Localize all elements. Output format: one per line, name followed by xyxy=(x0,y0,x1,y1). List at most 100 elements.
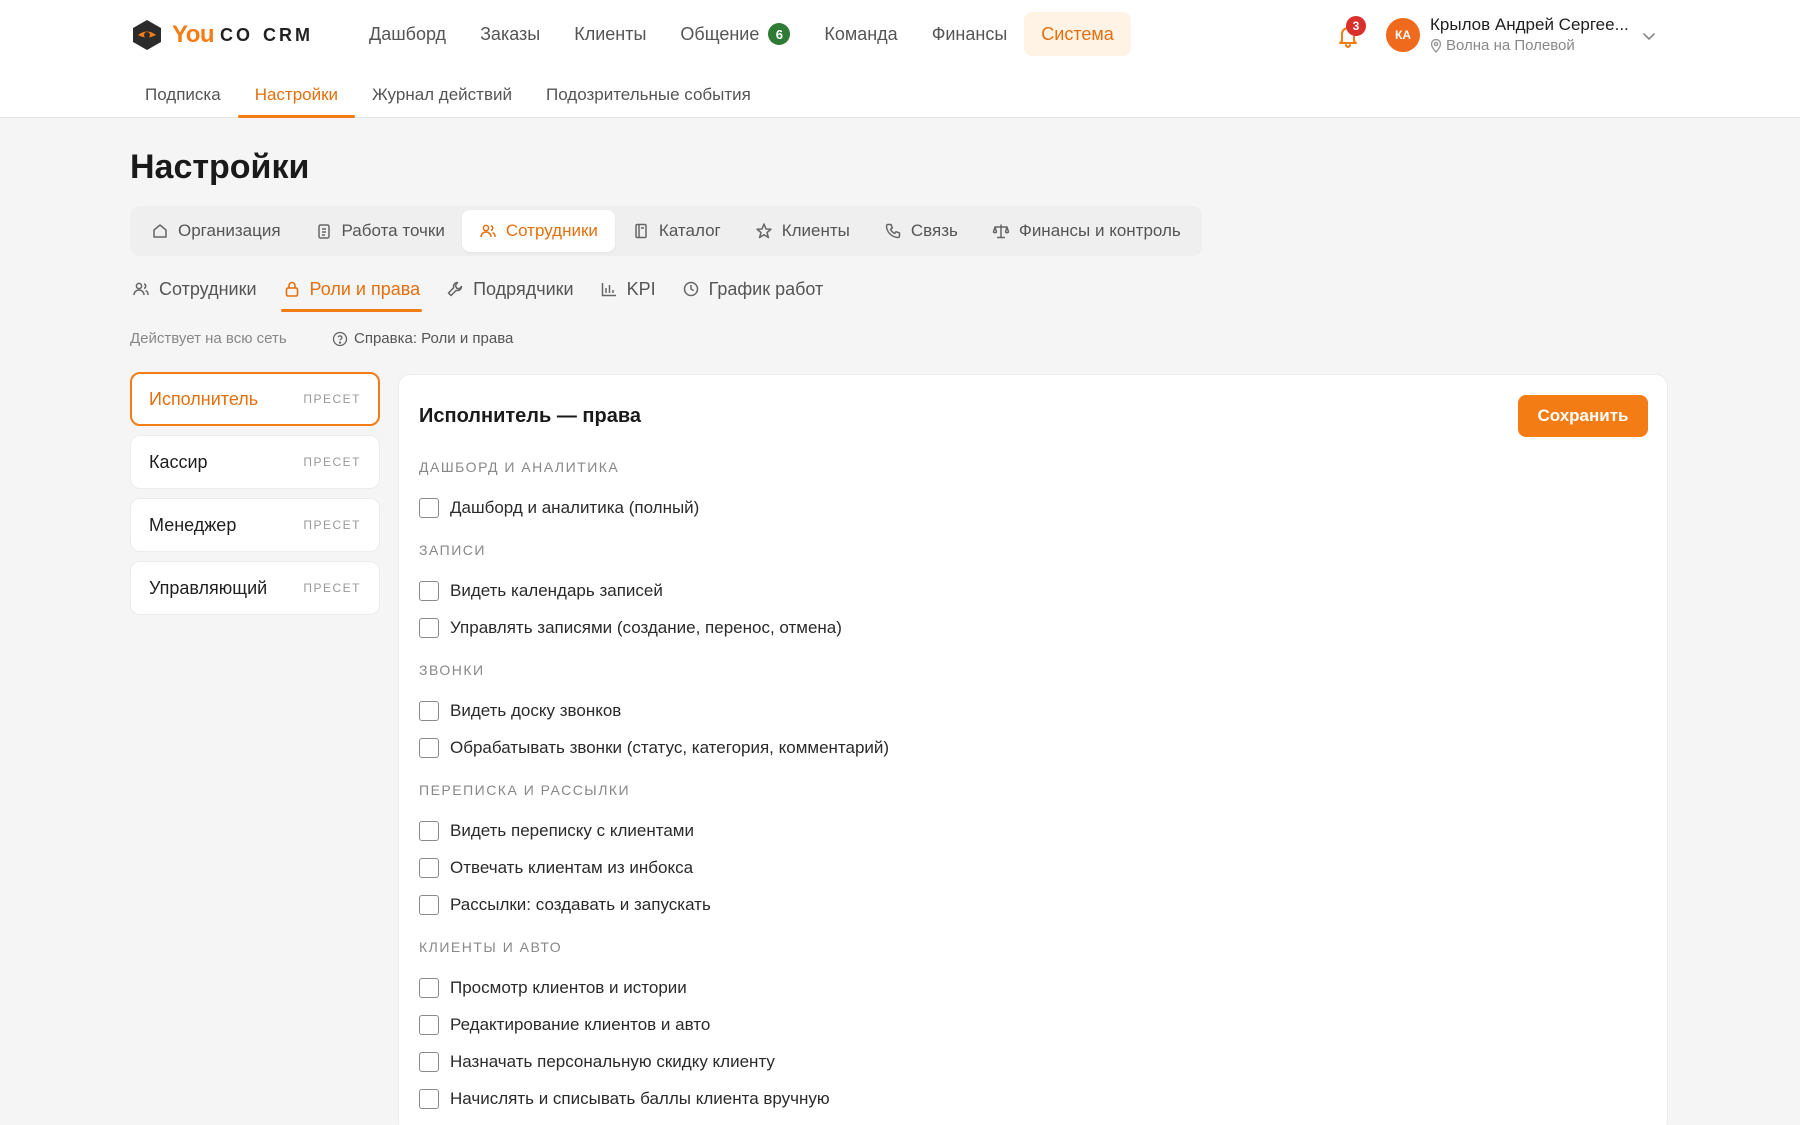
user-location: Волна на Полевой xyxy=(1430,37,1575,54)
tab-clients[interactable]: Клиенты xyxy=(738,210,867,252)
checkbox[interactable] xyxy=(419,497,439,518)
permission-item[interactable]: Просмотр клиентов и истории xyxy=(419,969,1619,1006)
nav-label: Клиенты xyxy=(574,23,647,44)
checkbox[interactable] xyxy=(419,894,439,915)
permission-label: Просмотр клиентов и истории xyxy=(450,977,687,997)
checkbox[interactable] xyxy=(419,737,439,758)
checkbox[interactable] xyxy=(419,1014,439,1035)
clock-icon xyxy=(683,281,698,297)
permission-label: Редактирование клиентов и авто xyxy=(450,1014,711,1034)
nav-label: Команда xyxy=(824,23,898,44)
permission-item[interactable]: Редактирование клиентов и авто xyxy=(419,1006,1619,1043)
role-preset-tag: ПРЕСЕТ xyxy=(303,518,361,532)
subtab-label: Роли и права xyxy=(309,278,421,299)
page-title: Настройки xyxy=(130,148,310,186)
clipboard-icon xyxy=(317,224,330,239)
subtab-employees[interactable]: Сотрудники xyxy=(130,266,259,312)
app-logo[interactable]: You CO CRM xyxy=(130,16,313,54)
tab-label: Финансы и контроль xyxy=(1018,221,1181,240)
role-item-manager[interactable]: Менеджер ПРЕСЕТ xyxy=(130,498,380,552)
system-sub-nav: Подписка Настройки Журнал действий Подоз… xyxy=(128,72,768,118)
permission-label: Назначать персональную скидку клиенту xyxy=(450,1051,775,1071)
nav-label: Финансы xyxy=(931,23,1008,44)
subnav-label: Журнал действий xyxy=(372,85,512,104)
section-title: КЛИЕНТЫ И АВТО xyxy=(419,939,563,955)
tab-label: Каталог xyxy=(658,221,721,240)
tab-finance-control[interactable]: Финансы и контроль xyxy=(975,210,1198,252)
tab-catalog[interactable]: Каталог xyxy=(615,210,738,252)
subtab-kpi[interactable]: KPI xyxy=(598,266,658,312)
checkbox[interactable] xyxy=(419,700,439,721)
permission-item[interactable]: Видеть календарь записей xyxy=(419,572,1619,609)
checkbox[interactable] xyxy=(419,580,439,601)
lock-icon xyxy=(285,281,298,297)
nav-system[interactable]: Система xyxy=(1024,12,1131,56)
nav-dashboard[interactable]: Дашборд xyxy=(352,12,463,56)
subnav-settings[interactable]: Настройки xyxy=(237,72,356,118)
tab-communication[interactable]: Связь xyxy=(867,210,975,252)
permission-label: Видеть календарь записей xyxy=(450,580,663,600)
notification-count-badge: 3 xyxy=(1346,16,1366,36)
permission-item[interactable]: Видеть доску звонков xyxy=(419,692,1619,729)
nav-label: Заказы xyxy=(480,23,541,44)
nav-communication[interactable]: Общение 6 xyxy=(663,12,807,56)
role-item-executor[interactable]: Исполнитель ПРЕСЕТ xyxy=(130,372,380,426)
checkbox[interactable] xyxy=(419,977,439,998)
permission-item[interactable]: Дашборд и аналитика (полный) xyxy=(419,489,1619,526)
permission-item[interactable]: Обрабатывать звонки (статус, категория, … xyxy=(419,729,1619,766)
logo-text-co: CO xyxy=(220,24,254,45)
tab-point-operation[interactable]: Работа точки xyxy=(298,210,462,252)
subnav-subscription[interactable]: Подписка xyxy=(128,72,238,118)
subnav-suspicious-events[interactable]: Подозрительные события xyxy=(529,72,768,118)
permission-label: Видеть переписку с клиентами xyxy=(450,820,694,840)
logo-text-you: You xyxy=(172,21,215,48)
permission-item[interactable]: Отвечать клиентам из инбокса xyxy=(419,849,1619,886)
role-name: Управляющий xyxy=(149,577,268,598)
checkbox[interactable] xyxy=(419,857,439,878)
permission-label: Дашборд и аналитика (полный) xyxy=(450,497,700,517)
permission-label: Управлять записями (создание, перенос, о… xyxy=(450,617,842,637)
user-name[interactable]: Крылов Андрей Сергее... xyxy=(1430,15,1630,35)
user-location-label: Волна на Полевой xyxy=(1446,37,1575,54)
permission-item[interactable]: Рассылки: создавать и запускать xyxy=(419,886,1619,923)
save-button[interactable]: Сохранить xyxy=(1518,395,1648,437)
permissions-title: Исполнитель — права xyxy=(419,405,641,427)
tab-label: Клиенты xyxy=(781,221,850,240)
scope-note: Действует на всю сеть xyxy=(130,330,287,347)
bar-chart-icon xyxy=(601,283,616,297)
tab-organization[interactable]: Организация xyxy=(134,210,298,252)
checkbox[interactable] xyxy=(419,1088,439,1109)
nav-clients[interactable]: Клиенты xyxy=(557,12,663,56)
permission-item[interactable]: Видеть переписку с клиентами xyxy=(419,812,1619,849)
star-icon xyxy=(755,223,772,239)
tab-label: Связь xyxy=(910,221,958,240)
permission-item[interactable]: Начислять и списывать баллы клиента вруч… xyxy=(419,1080,1619,1117)
tab-employees[interactable]: Сотрудники xyxy=(461,210,615,252)
checkbox[interactable] xyxy=(419,1051,439,1072)
nav-finance[interactable]: Финансы xyxy=(915,12,1025,56)
scales-icon xyxy=(992,224,1010,239)
communication-badge: 6 xyxy=(768,23,791,45)
subtab-contractors[interactable]: Подрядчики xyxy=(444,266,575,312)
role-name: Кассир xyxy=(149,451,208,472)
role-item-cashier[interactable]: Кассир ПРЕСЕТ xyxy=(130,435,380,489)
checkbox[interactable] xyxy=(419,617,439,638)
avatar[interactable]: КА xyxy=(1386,18,1420,52)
subnav-activity-log[interactable]: Журнал действий xyxy=(355,72,529,118)
help-link[interactable]: Справка: Роли и права xyxy=(332,330,513,347)
nav-team[interactable]: Команда xyxy=(807,12,914,56)
nav-label: Дашборд xyxy=(369,23,447,44)
role-item-director[interactable]: Управляющий ПРЕСЕТ xyxy=(130,561,380,615)
nav-orders[interactable]: Заказы xyxy=(463,12,557,56)
subnav-label: Подписка xyxy=(145,85,221,104)
permission-item[interactable]: Управлять записями (создание, перенос, о… xyxy=(419,609,1619,646)
permission-item[interactable]: Назначать персональную скидку клиенту xyxy=(419,1043,1619,1080)
subtab-roles-permissions[interactable]: Роли и права xyxy=(280,266,423,312)
chevron-down-icon[interactable] xyxy=(1640,27,1658,45)
subtab-label: KPI xyxy=(626,278,656,299)
users-icon xyxy=(133,282,149,296)
subtab-work-schedule[interactable]: График работ xyxy=(680,266,826,312)
section-dashboard: ДАШБОРД И АНАЛИТИКА Дашборд и аналитика … xyxy=(419,459,1619,526)
checkbox[interactable] xyxy=(419,820,439,841)
role-preset-tag: ПРЕСЕТ xyxy=(303,455,361,469)
